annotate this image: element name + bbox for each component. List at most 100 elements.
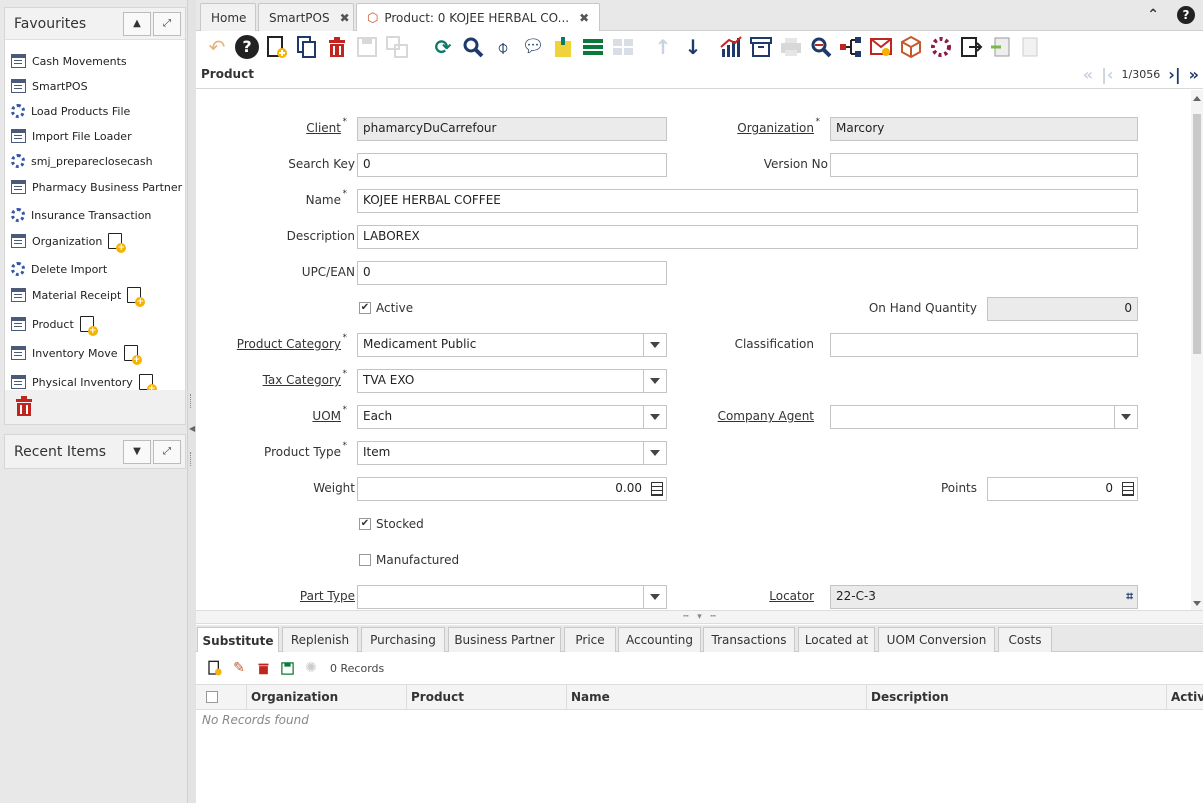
last-record-icon[interactable]: » — [1189, 65, 1199, 84]
scroll-down-icon[interactable] — [1193, 601, 1201, 606]
import-icon[interactable] — [986, 33, 1016, 61]
part-type-select[interactable] — [357, 585, 667, 609]
previous-record-icon[interactable]: |‹ — [1101, 65, 1113, 84]
column-header[interactable]: Name — [566, 685, 866, 709]
tab-accounting[interactable]: Accounting — [618, 627, 701, 652]
refresh-icon[interactable]: ⟳ — [428, 33, 458, 61]
chevron-down-icon[interactable] — [643, 406, 666, 428]
help-icon[interactable]: ? — [1177, 6, 1195, 24]
active-checkbox[interactable]: ✔ Active — [359, 301, 413, 315]
tab-costs[interactable]: Costs — [998, 627, 1052, 652]
company-agent-select[interactable] — [830, 405, 1138, 429]
tab-located-at[interactable]: Located at — [798, 627, 875, 652]
tab-product[interactable]: ⬡ Product: 0 KOJEE HERBAL CO... ✖ — [356, 3, 600, 32]
detail-record-icon[interactable]: ↓ — [678, 33, 708, 61]
favourite-item[interactable]: Organization — [11, 233, 127, 253]
version-no-input[interactable] — [830, 153, 1138, 177]
collapse-header-icon[interactable]: ⌃ — [1147, 7, 1159, 23]
edit-icon[interactable]: ✎ — [230, 659, 248, 677]
export-icon[interactable] — [956, 33, 986, 61]
zoom-across-icon[interactable] — [806, 33, 836, 61]
favourite-item[interactable]: Cash Movements — [11, 54, 127, 68]
tab-purchasing[interactable]: Purchasing — [361, 627, 445, 652]
column-header[interactable]: Organization — [246, 685, 406, 709]
tab-uom-conversion[interactable]: UOM Conversion — [878, 627, 995, 652]
collapse-arrow-icon[interactable]: ◀ — [189, 424, 195, 433]
undo-icon[interactable]: ↶ — [202, 33, 232, 61]
help-button[interactable]: ? — [232, 33, 262, 61]
column-header[interactable]: Product — [406, 685, 566, 709]
uom-select[interactable]: Each — [357, 405, 667, 429]
tab-price[interactable]: Price — [564, 627, 616, 652]
search-key-input[interactable]: 0 — [357, 153, 667, 177]
chevron-down-icon[interactable] — [1114, 406, 1137, 428]
favourite-item[interactable]: Insurance Transaction — [11, 208, 151, 222]
new-record-icon[interactable] — [123, 345, 142, 365]
weight-input[interactable]: 0.00 — [357, 477, 667, 501]
trash-icon[interactable] — [12, 394, 36, 418]
scroll-up-icon[interactable] — [1193, 96, 1201, 101]
chevron-down-icon[interactable] — [643, 334, 666, 356]
product-category-label[interactable]: Product Category * — [237, 333, 347, 351]
classification-input[interactable] — [830, 333, 1138, 357]
upc-input[interactable]: 0 — [357, 261, 667, 285]
points-input[interactable]: 0 — [987, 477, 1138, 501]
tab-replenish[interactable]: Replenish — [282, 627, 358, 652]
new-record-icon[interactable] — [262, 33, 292, 61]
maximize-recent-button[interactable]: ⤢ — [153, 439, 181, 464]
select-all-checkbox[interactable] — [206, 691, 218, 703]
process-icon[interactable] — [926, 33, 956, 61]
favourite-item[interactable]: smj_prepareclosecash — [11, 154, 153, 168]
new-record-icon[interactable] — [127, 287, 146, 307]
favourite-item[interactable]: Product — [11, 316, 98, 336]
tab-home[interactable]: Home — [200, 3, 256, 31]
print-icon[interactable] — [776, 33, 806, 61]
process-icon[interactable]: ✺ — [302, 659, 320, 677]
save-create-icon[interactable] — [382, 33, 412, 61]
attachment-icon[interactable]: ⌽ — [488, 33, 518, 61]
parent-record-icon[interactable]: ↑ — [648, 33, 678, 61]
grid-toggle-icon[interactable] — [578, 33, 608, 61]
tab-smartpos[interactable]: SmartPOS ✖ — [258, 3, 354, 31]
tab-transactions[interactable]: Transactions — [703, 627, 795, 652]
favourite-item[interactable]: Delete Import — [11, 262, 107, 276]
collapse-detail-icon[interactable]: ┅ ▾ ┅ — [683, 612, 716, 622]
maximize-favourites-button[interactable]: ⤢ — [153, 11, 181, 36]
chat-icon[interactable]: 💬︎ — [518, 33, 548, 61]
product-category-select[interactable]: Medicament Public — [357, 333, 667, 357]
find-icon[interactable] — [458, 33, 488, 61]
manufactured-checkbox[interactable]: Manufactured — [359, 553, 459, 567]
column-header[interactable]: Active — [1166, 685, 1203, 709]
product-info-icon[interactable] — [896, 33, 926, 61]
next-record-icon[interactable]: ›| — [1168, 65, 1180, 84]
locator-grid-icon[interactable]: ⌗ — [1126, 589, 1133, 604]
favourite-item[interactable]: Load Products File — [11, 104, 130, 118]
favourite-item[interactable]: SmartPOS — [11, 79, 88, 93]
new-record-icon[interactable] — [108, 233, 127, 253]
first-record-icon[interactable]: « — [1083, 65, 1093, 84]
report-icon[interactable] — [716, 33, 746, 61]
calculator-icon[interactable] — [1122, 482, 1134, 496]
tab-business-partner[interactable]: Business Partner — [448, 627, 561, 652]
company-agent-label[interactable]: Company Agent — [718, 409, 814, 423]
scroll-thumb[interactable] — [1193, 114, 1201, 354]
save-icon[interactable] — [352, 33, 382, 61]
favourite-item[interactable]: Physical Inventory — [11, 374, 157, 394]
uom-label[interactable]: UOM * — [312, 405, 347, 423]
locator-label[interactable]: Locator — [769, 589, 814, 603]
archive-icon[interactable] — [746, 33, 776, 61]
column-header[interactable]: Description — [866, 685, 1166, 709]
calculator-icon[interactable] — [651, 482, 663, 496]
delete-icon[interactable] — [254, 659, 272, 677]
splitter-grip[interactable] — [190, 452, 193, 466]
workflow-icon[interactable] — [836, 33, 866, 61]
product-type-select[interactable]: Item — [357, 441, 667, 465]
copy-record-icon[interactable] — [292, 33, 322, 61]
postit-icon[interactable] — [548, 33, 578, 61]
favourite-item[interactable]: Material Receipt — [11, 287, 146, 307]
detail-splitter[interactable]: ┅ ▾ ┅ — [196, 610, 1203, 624]
west-splitter[interactable]: ◀ — [188, 0, 196, 803]
multirow-icon[interactable] — [608, 33, 638, 61]
form-scrollbar[interactable] — [1191, 90, 1203, 610]
save-icon[interactable] — [278, 659, 296, 677]
